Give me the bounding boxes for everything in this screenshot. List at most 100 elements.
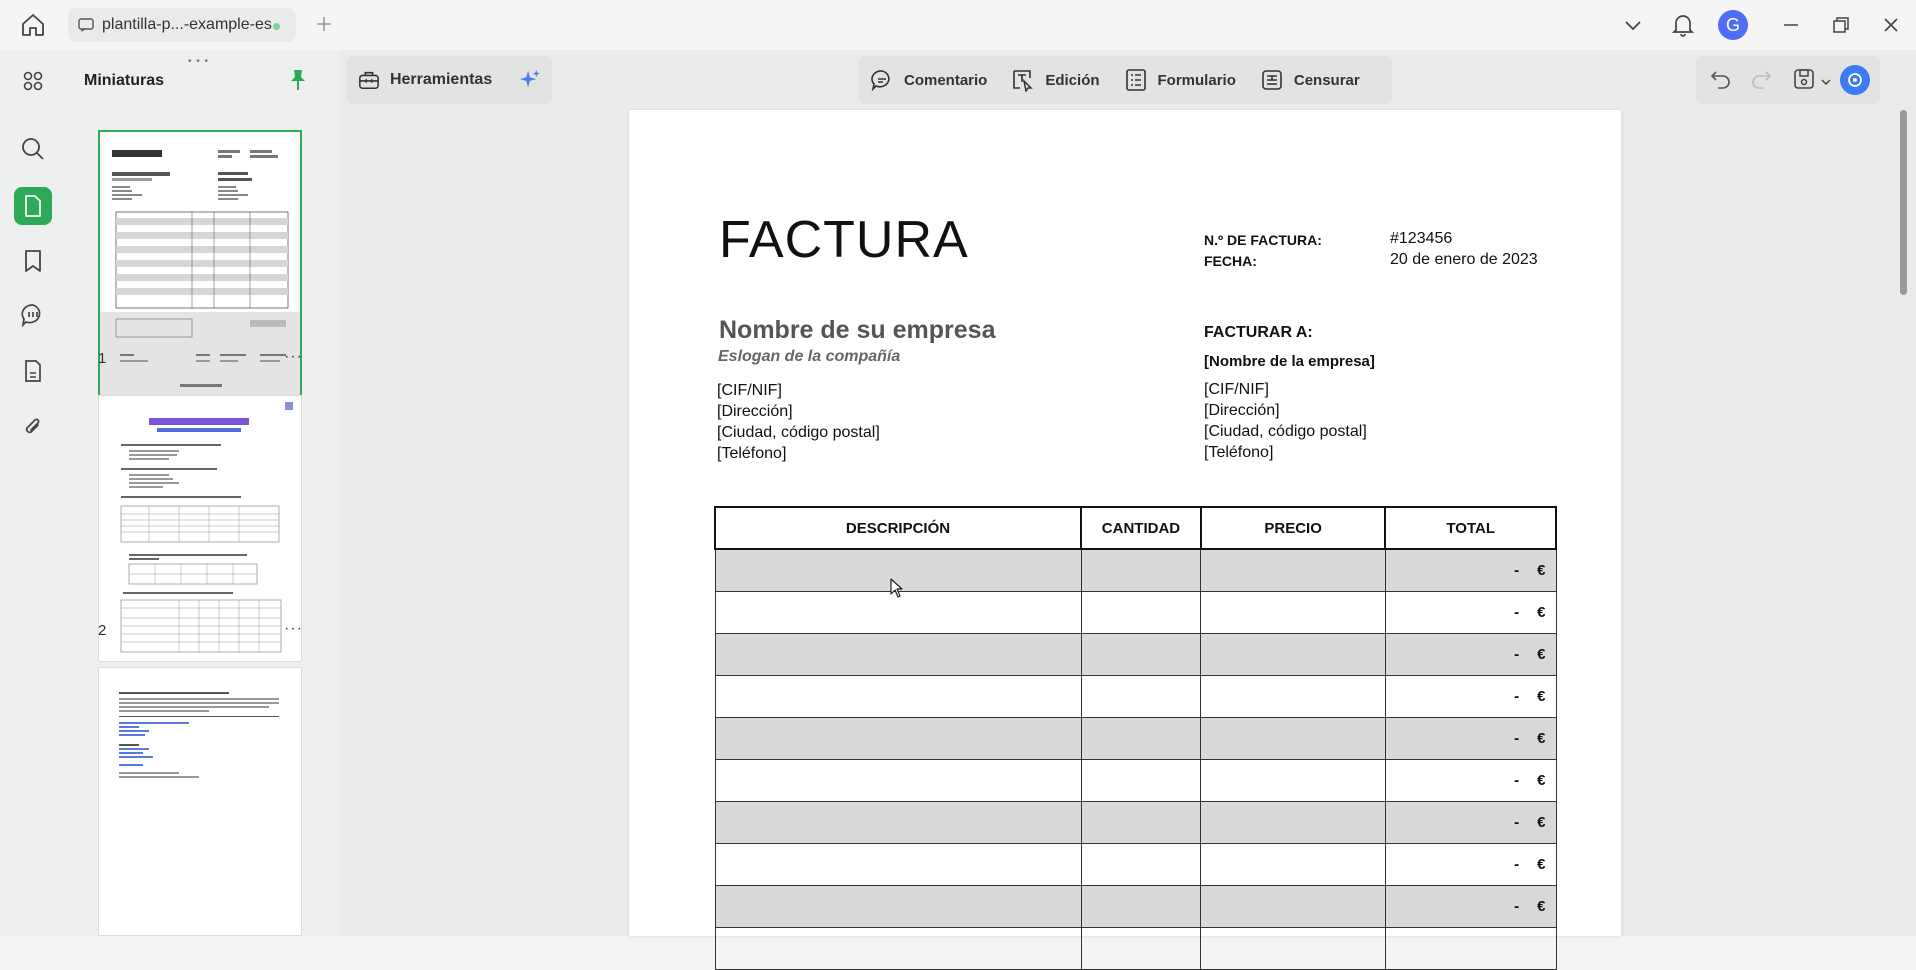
tools-button[interactable]: Herramientas (346, 56, 552, 104)
quantity-cell[interactable] (1080, 548, 1202, 592)
quantity-cell[interactable] (1080, 926, 1202, 970)
user-avatar[interactable]: G (1718, 10, 1748, 40)
redo-icon[interactable] (1750, 68, 1772, 95)
page-thumbnail-2[interactable] (98, 395, 302, 662)
restore-icon[interactable] (1826, 10, 1856, 40)
quantity-cell[interactable] (1080, 674, 1202, 718)
attachment-icon[interactable] (14, 408, 52, 446)
bookmark-icon[interactable] (14, 242, 52, 280)
page-thumbnail-2-preview (120, 402, 293, 653)
notification-bell-icon[interactable] (1668, 10, 1698, 40)
total-cell (1384, 926, 1557, 970)
vertical-scrollbar[interactable] (1900, 110, 1907, 295)
ai-sparkle-icon[interactable] (518, 67, 542, 93)
page-thumbnail-3-preview (119, 692, 279, 778)
thumbnails-page-icon[interactable] (14, 187, 52, 225)
document-list-icon[interactable] (14, 352, 52, 390)
quantity-cell[interactable] (1080, 590, 1202, 634)
table-row: - € (714, 758, 1557, 802)
price-cell[interactable] (1200, 632, 1386, 676)
form-icon (1125, 69, 1146, 91)
right-toolbar (1696, 56, 1880, 104)
price-cell[interactable] (1200, 758, 1386, 802)
page-thumbnail-3[interactable] (98, 667, 302, 936)
description-cell[interactable] (714, 926, 1082, 970)
mode-toolbar: Comentario Edición Formulario Censurar (858, 56, 1392, 104)
page-number-1: 1 (98, 350, 107, 367)
bill-to-company: [Nombre de la empresa] (1204, 353, 1375, 370)
quantity-cell[interactable] (1080, 800, 1202, 844)
new-tab-icon[interactable] (312, 12, 336, 36)
bill-to-label: FACTURAR A: (1204, 324, 1313, 341)
invoice-number-value: #123456 (1390, 230, 1453, 247)
table-row (714, 926, 1557, 970)
price-cell[interactable] (1200, 674, 1386, 718)
edit-icon (1013, 70, 1034, 92)
description-cell[interactable] (714, 884, 1082, 928)
comment-mode-button[interactable]: Comentario (858, 56, 999, 104)
company-name: Nombre de su empresa (719, 316, 996, 344)
description-cell[interactable] (714, 800, 1082, 844)
edit-mode-button[interactable]: Edición (999, 56, 1111, 104)
save-icon[interactable] (1792, 67, 1816, 96)
company-slogan: Eslogan de la compañía (718, 348, 901, 365)
price-cell[interactable] (1200, 800, 1386, 844)
save-options-chevron-icon[interactable] (1820, 74, 1832, 92)
thumbnails-title: Miniaturas (84, 72, 165, 89)
price-cell[interactable] (1200, 926, 1386, 970)
description-cell[interactable] (714, 674, 1082, 718)
invoice-number-label: N.º DE FACTURA: (1204, 232, 1322, 248)
table-row: - € (714, 674, 1557, 718)
title-bar: plantilla-p...-example-es G (0, 0, 1916, 50)
minimize-icon[interactable] (1776, 10, 1806, 40)
price-cell[interactable] (1200, 548, 1386, 592)
total-cell: - € (1384, 884, 1557, 928)
price-cell[interactable] (1200, 842, 1386, 886)
table-header-row: DESCRIPCIÓN CANTIDAD PRECIO TOTAL (713, 506, 1557, 550)
panel-drag-handle[interactable]: • • • (188, 56, 209, 67)
search-icon[interactable] (14, 130, 52, 168)
description-cell[interactable] (714, 632, 1082, 676)
toolbox-icon (359, 71, 379, 90)
description-cell[interactable] (714, 716, 1082, 760)
close-icon[interactable] (1876, 10, 1906, 40)
document-tab[interactable]: plantilla-p...-example-es (68, 8, 296, 42)
comments-icon[interactable] (14, 296, 52, 334)
quantity-cell[interactable] (1080, 632, 1202, 676)
price-cell[interactable] (1200, 716, 1386, 760)
total-cell: - € (1384, 674, 1557, 718)
quantity-cell[interactable] (1080, 716, 1202, 760)
price-cell[interactable] (1200, 884, 1386, 928)
chevron-down-icon[interactable] (1618, 10, 1648, 40)
quantity-cell[interactable] (1080, 758, 1202, 802)
pin-icon[interactable] (286, 68, 310, 92)
invoice-items-table: DESCRIPCIÓN CANTIDAD PRECIO TOTAL - € - € … (713, 506, 1557, 970)
total-cell: - € (1384, 800, 1557, 844)
page-1-more-button[interactable]: ··· (284, 348, 303, 366)
col-total-header: TOTAL (1384, 506, 1557, 550)
redact-icon (1262, 70, 1282, 90)
description-cell[interactable] (714, 758, 1082, 802)
apps-grid-icon[interactable] (14, 62, 52, 100)
quantity-cell[interactable] (1080, 842, 1202, 886)
price-cell[interactable] (1200, 590, 1386, 634)
table-row: - € (714, 884, 1557, 928)
form-mode-button[interactable]: Formulario (1112, 56, 1248, 104)
page-thumbnail-1[interactable] (98, 130, 302, 415)
total-cell: - € (1384, 548, 1557, 592)
home-icon[interactable] (18, 12, 48, 38)
table-row: - € (714, 590, 1557, 634)
page-2-more-button[interactable]: ··· (284, 620, 303, 638)
quantity-cell[interactable] (1080, 884, 1202, 928)
redact-mode-button[interactable]: Censurar (1248, 56, 1372, 104)
total-cell: - € (1384, 590, 1557, 634)
col-quantity-header: CANTIDAD (1080, 506, 1202, 550)
ai-assistant-icon[interactable] (1840, 65, 1870, 95)
table-row: - € (714, 632, 1557, 676)
description-cell[interactable] (714, 842, 1082, 886)
comment-icon (871, 70, 890, 92)
invoice-title: FACTURA (719, 211, 969, 269)
undo-icon[interactable] (1710, 68, 1732, 95)
unsaved-dot (273, 23, 280, 30)
col-price-header: PRECIO (1199, 506, 1387, 550)
